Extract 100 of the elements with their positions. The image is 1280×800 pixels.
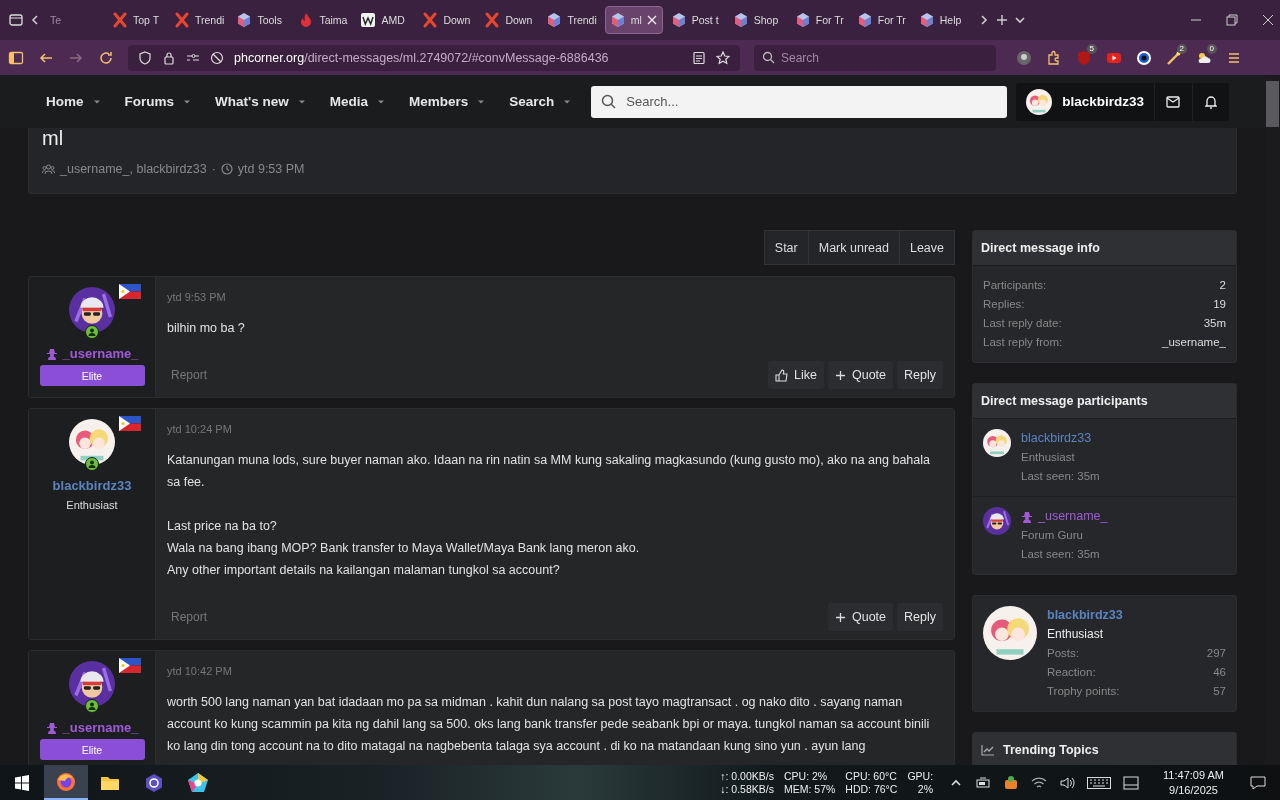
last-seen-text: Last seen: 35m — [1021, 469, 1100, 484]
wifi-icon[interactable] — [1031, 775, 1048, 790]
reload-icon[interactable] — [98, 49, 114, 66]
browser-tab[interactable]: Down — [480, 6, 539, 34]
x-logo-icon — [484, 12, 501, 28]
keyboard-icon[interactable] — [1087, 776, 1112, 789]
search-field[interactable]: Search... — [591, 85, 1008, 118]
target-icon[interactable] — [1136, 49, 1152, 66]
thread-action-button[interactable]: Mark unread — [807, 230, 900, 265]
caret-icon[interactable] — [92, 98, 101, 105]
quote-button[interactable]: Quote — [827, 361, 894, 389]
tab-list-icon[interactable] — [8, 12, 24, 28]
browser-tab[interactable]: ml — [604, 6, 663, 34]
badge-count: 5 — [1086, 43, 1097, 54]
reply-button[interactable]: Reply — [897, 361, 943, 389]
participant-avatar-icon — [983, 507, 1011, 535]
reader-view-icon[interactable] — [692, 50, 706, 65]
nav-link[interactable]: Forums — [124, 94, 175, 109]
stat-label: Reaction: — [1047, 665, 1096, 680]
badge-count: 2 — [1176, 43, 1187, 54]
nav-link[interactable]: Search — [509, 94, 555, 109]
battery-icon[interactable] — [975, 776, 992, 789]
sidebar-icon[interactable] — [8, 49, 24, 66]
x-logo-icon — [174, 12, 190, 28]
browser-tab[interactable]: Shop — [728, 6, 787, 34]
caret-icon[interactable] — [183, 98, 192, 105]
username-link[interactable]: _username_ — [45, 720, 139, 735]
info-label: Last reply from: — [983, 335, 1063, 350]
username-link[interactable]: blackbirdz33 — [52, 478, 132, 493]
network-download-text: ↓: 0.58KB/s — [720, 782, 774, 796]
address-bar[interactable]: phcorner.org/direct-messages/ml.2749072/#convMessage-6886436 — [128, 44, 740, 71]
browser-tab[interactable]: Tools — [232, 6, 291, 34]
message-text: worth 500 lang naman yan bat idadaan mo pa sa midman . kahit dun nalang sa post tayo magtransact . og nako dito . sayang naman account ko kung scammin pa kita ng dahil lang sa 500. oks lang bank transfer pede seabank bpi or maya. tungkol naman sa account binili ko lang din tong account na to dito matagal na nagbebenta talaga sya account . di ko na matandaan kung sino yun . ayun lang — [167, 694, 931, 755]
clock-date[interactable]: 9/16/2025 — [1169, 782, 1218, 798]
stat-value: 57 — [1213, 684, 1226, 699]
browser-tab[interactable]: Te — [46, 6, 104, 34]
search-field[interactable]: Search — [754, 44, 996, 71]
mail-icon[interactable] — [1166, 95, 1181, 108]
info-value: _username_ — [1162, 335, 1226, 350]
browser-tab[interactable]: Trendi — [170, 6, 229, 34]
browser-tab[interactable]: For Tr — [852, 6, 911, 34]
panel-title: Direct message participants — [973, 384, 1236, 419]
username-link[interactable]: _username_ — [45, 346, 139, 361]
clock-time[interactable]: 11:47:09 AM — [1163, 767, 1224, 783]
nav-link[interactable]: Members — [409, 94, 469, 109]
wand-icon[interactable] — [1166, 49, 1182, 66]
windows-start-icon[interactable] — [14, 774, 30, 791]
browser-tab[interactable]: Help — [914, 6, 973, 34]
user-secret-icon — [45, 347, 58, 360]
browser-tab[interactable]: Down — [418, 6, 477, 34]
caret-icon[interactable] — [477, 98, 486, 105]
browser-tab[interactable]: AMD — [356, 6, 415, 34]
thread-time: ytd 9:53 PM — [237, 162, 305, 176]
cube-icon — [236, 12, 253, 28]
profile-name[interactable]: blackbirdz33 — [1047, 606, 1226, 625]
firefox-icon[interactable] — [56, 771, 76, 792]
gpu-label: GPU: — [907, 769, 934, 783]
bell-icon[interactable] — [1205, 94, 1217, 109]
new-tab-icon[interactable] — [994, 13, 1009, 27]
message-time: ytd 10:42 PM — [167, 665, 233, 677]
participants-text: _username_, blackbirdz33 — [60, 162, 207, 176]
hexagon-app-icon[interactable] — [144, 772, 164, 793]
caret-icon[interactable] — [377, 98, 385, 105]
browser-tab[interactable]: Taima — [294, 6, 353, 34]
participant-name[interactable]: blackbirdz33 — [1021, 429, 1100, 448]
info-label: Replies: — [983, 297, 1025, 312]
bookmark-star-icon[interactable] — [716, 50, 730, 65]
restore-icon[interactable] — [1226, 14, 1238, 26]
cube-icon — [856, 12, 873, 28]
participant-name[interactable]: _username_ — [1021, 507, 1108, 526]
extension-icon[interactable] — [1016, 49, 1032, 66]
puzzle-icon[interactable] — [1046, 49, 1062, 66]
shield-icon — [138, 50, 152, 65]
browser-tab[interactable]: Post t — [666, 6, 725, 34]
speaker-icon[interactable] — [1059, 775, 1076, 790]
pentagon-app-icon[interactable] — [187, 771, 209, 794]
browser-tab[interactable]: For Tr — [790, 6, 849, 34]
thread-action-button[interactable]: Leave — [898, 230, 955, 265]
nav-link[interactable]: What's new — [215, 94, 289, 109]
quote-button[interactable]: Quote — [827, 603, 894, 631]
tablet-mode-icon[interactable] — [1123, 775, 1140, 790]
browser-tab[interactable]: Trendi — [542, 6, 601, 34]
close-icon[interactable] — [1262, 14, 1274, 26]
message-text: Last price na ba to? Wala na bang ibang MOP? Bank transfer to Maya Wallet/Maya Bank lang meron ako. Any other important details na kailangan malaman tungkol sa account? — [167, 518, 641, 579]
caret-icon[interactable] — [297, 98, 306, 105]
stat-value: 46 — [1213, 665, 1226, 680]
nav-link[interactable]: Media — [329, 94, 368, 109]
plus-icon — [834, 369, 846, 381]
browser-tab[interactable]: Top T — [108, 6, 166, 34]
memory-usage-text: MEM: 57% — [783, 782, 836, 796]
notifications-icon[interactable] — [1250, 774, 1266, 791]
search-icon — [601, 94, 617, 109]
nav-link[interactable]: Home — [46, 94, 84, 109]
thread-action-button[interactable]: Star — [763, 230, 809, 265]
participant-title: Enthusiast — [1021, 450, 1076, 465]
caret-icon[interactable] — [563, 98, 572, 105]
like-button[interactable]: Like — [768, 361, 824, 389]
reply-button[interactable]: Reply — [897, 603, 943, 631]
basket-icon[interactable] — [1003, 774, 1020, 791]
avatar-icon — [69, 287, 115, 333]
